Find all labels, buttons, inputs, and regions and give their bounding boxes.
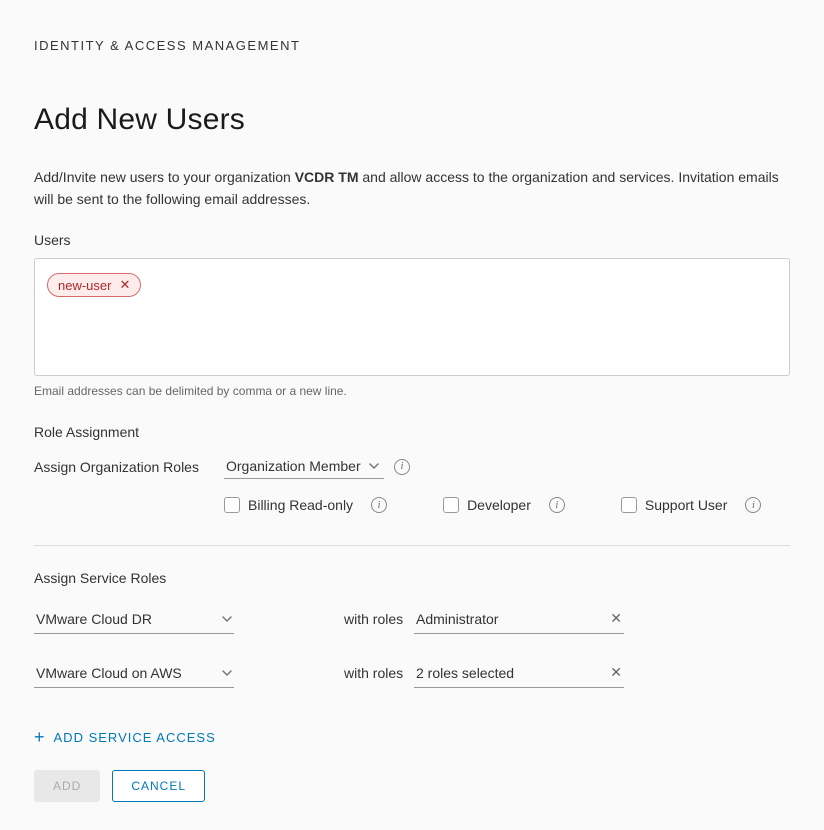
info-icon[interactable]: i xyxy=(745,497,761,513)
info-icon[interactable]: i xyxy=(371,497,387,513)
checkbox-label: Support User xyxy=(645,497,727,513)
role-select[interactable]: 2 roles selected ✕ xyxy=(414,658,624,688)
with-roles-label: with roles xyxy=(234,665,414,681)
org-role-select-value: Organization Member xyxy=(226,458,361,474)
service-row: VMware Cloud on AWS with roles 2 roles s… xyxy=(34,658,790,688)
user-tag-label: new-user xyxy=(58,278,111,293)
intro-text: Add/Invite new users to your organizatio… xyxy=(34,167,790,210)
info-icon[interactable]: i xyxy=(549,497,565,513)
support-user-checkbox[interactable]: Support User i xyxy=(621,497,761,513)
with-roles-label: with roles xyxy=(234,611,414,627)
service-select-value: VMware Cloud on AWS xyxy=(36,665,182,681)
chevron-down-icon xyxy=(222,668,232,678)
chevron-down-icon xyxy=(369,461,379,471)
add-service-access-button[interactable]: + ADD SERVICE ACCESS xyxy=(34,728,216,746)
role-select[interactable]: Administrator ✕ xyxy=(414,604,624,634)
user-tag[interactable]: new-user ✕ xyxy=(47,273,141,297)
billing-readonly-checkbox[interactable]: Billing Read-only i xyxy=(224,497,387,513)
service-select[interactable]: VMware Cloud on AWS xyxy=(34,659,234,688)
billing-readonly-input[interactable] xyxy=(224,497,240,513)
role-select-value: 2 roles selected xyxy=(416,665,514,681)
add-service-access-label: ADD SERVICE ACCESS xyxy=(54,730,216,745)
divider xyxy=(34,545,790,546)
info-icon[interactable]: i xyxy=(394,459,410,475)
add-button: ADD xyxy=(34,770,100,802)
service-row: VMware Cloud DR with roles Administrator… xyxy=(34,604,790,634)
remove-tag-icon[interactable]: ✕ xyxy=(119,277,130,293)
service-select-value: VMware Cloud DR xyxy=(36,611,152,627)
chevron-down-icon xyxy=(222,614,232,624)
support-user-input[interactable] xyxy=(621,497,637,513)
page-title: Add New Users xyxy=(34,103,790,137)
intro-org: VCDR TM xyxy=(295,169,359,185)
developer-input[interactable] xyxy=(443,497,459,513)
assign-service-roles-label: Assign Service Roles xyxy=(34,570,790,586)
checkbox-label: Developer xyxy=(467,497,531,513)
role-assignment-label: Role Assignment xyxy=(34,424,790,440)
assign-org-roles-label: Assign Organization Roles xyxy=(34,459,224,475)
service-select[interactable]: VMware Cloud DR xyxy=(34,605,234,634)
plus-icon: + xyxy=(34,728,46,746)
users-input-area[interactable]: new-user ✕ xyxy=(34,258,790,376)
breadcrumb: IDENTITY & ACCESS MANAGEMENT xyxy=(34,38,790,53)
clear-roles-icon[interactable]: ✕ xyxy=(610,610,622,627)
users-hint: Email addresses can be delimited by comm… xyxy=(34,384,790,398)
role-select-value: Administrator xyxy=(416,611,498,627)
intro-prefix: Add/Invite new users to your organizatio… xyxy=(34,169,295,185)
org-role-select[interactable]: Organization Member xyxy=(224,454,384,479)
developer-checkbox[interactable]: Developer i xyxy=(443,497,565,513)
clear-roles-icon[interactable]: ✕ xyxy=(610,664,622,681)
checkbox-label: Billing Read-only xyxy=(248,497,353,513)
users-label: Users xyxy=(34,232,790,248)
cancel-button[interactable]: CANCEL xyxy=(112,770,205,802)
